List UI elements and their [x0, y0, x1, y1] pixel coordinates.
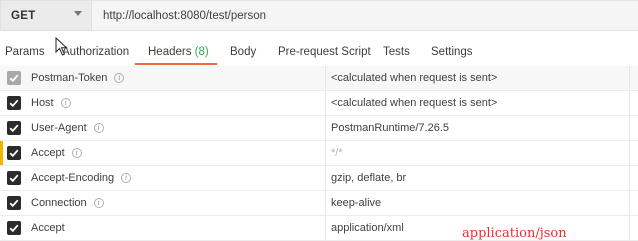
url-input[interactable]: http://localhost:8080/test/person — [92, 0, 638, 31]
tab-tests[interactable]: Tests — [383, 46, 410, 58]
active-tab-indicator — [135, 63, 217, 65]
header-row: Accept-Encoding i gzip, deflate, br — [0, 166, 638, 191]
info-icon[interactable]: i — [93, 198, 104, 208]
row-focus-indicator — [0, 141, 3, 165]
header-value[interactable]: keep-alive — [331, 197, 381, 209]
header-row: User-Agent i PostmanRuntime/7.26.5 — [0, 116, 638, 141]
column-divider — [325, 116, 326, 140]
header-key[interactable]: Accept — [31, 222, 65, 234]
column-divider — [629, 91, 630, 115]
header-enabled-checkbox — [7, 71, 21, 85]
info-icon[interactable]: i — [93, 123, 104, 133]
mouse-cursor-icon — [55, 37, 68, 56]
info-icon[interactable]: i — [71, 148, 82, 158]
header-value[interactable]: PostmanRuntime/7.26.5 — [331, 122, 449, 134]
header-enabled-checkbox[interactable] — [7, 196, 21, 210]
header-value[interactable]: gzip, deflate, br — [331, 172, 406, 184]
checkmark-icon — [9, 199, 19, 208]
header-key[interactable]: Connection i — [31, 197, 104, 209]
header-row: Postman-Token i <calculated when request i… — [0, 66, 638, 91]
checkmark-icon — [9, 74, 19, 83]
headers-count-badge: (8) — [194, 46, 209, 58]
header-value[interactable]: <calculated when request is sent> — [331, 72, 497, 84]
checkmark-icon — [9, 124, 19, 133]
header-enabled-checkbox[interactable] — [7, 146, 21, 160]
column-divider — [325, 191, 326, 215]
header-key[interactable]: Host i — [31, 97, 71, 109]
chevron-down-icon — [74, 11, 82, 16]
header-key[interactable]: Postman-Token i — [31, 72, 125, 84]
column-divider — [629, 141, 630, 165]
annotation-text: application/json — [462, 226, 567, 241]
header-key-text: Connection — [31, 197, 87, 209]
header-row: Accept i */* — [0, 141, 638, 166]
info-icon[interactable]: i — [121, 173, 132, 183]
header-key-text: Host — [31, 97, 54, 109]
header-key-text: Accept — [31, 222, 65, 234]
header-enabled-checkbox[interactable] — [7, 96, 21, 110]
header-key-text: User-Agent — [31, 122, 87, 134]
header-row: Connection i keep-alive — [0, 191, 638, 216]
header-key[interactable]: User-Agent i — [31, 122, 104, 134]
checkmark-icon — [9, 224, 19, 233]
checkmark-icon — [9, 99, 19, 108]
method-select[interactable]: GET — [0, 0, 92, 31]
column-divider — [629, 191, 630, 215]
header-enabled-checkbox[interactable] — [7, 121, 21, 135]
column-divider — [325, 141, 326, 165]
header-value[interactable]: application/xml — [331, 222, 404, 234]
tab-settings[interactable]: Settings — [431, 46, 473, 58]
column-divider — [325, 166, 326, 190]
tab-headers[interactable]: Headers (8) — [148, 46, 209, 58]
checkmark-icon — [9, 149, 19, 158]
column-divider — [325, 66, 326, 90]
tab-headers-label: Headers — [148, 46, 192, 58]
info-icon[interactable]: i — [60, 98, 71, 108]
header-value[interactable]: <calculated when request is sent> — [331, 97, 497, 109]
checkmark-icon — [9, 174, 19, 183]
tab-body[interactable]: Body — [230, 46, 256, 58]
column-divider — [629, 166, 630, 190]
request-tabs: Params Authorization Headers (8) Body Pr… — [0, 31, 638, 66]
column-divider — [629, 66, 630, 90]
tab-params[interactable]: Params — [5, 46, 45, 58]
header-key-text: Accept — [31, 147, 65, 159]
method-label: GET — [11, 9, 36, 22]
info-icon[interactable]: i — [114, 73, 125, 83]
header-row: Host i <calculated when request is sent> — [0, 91, 638, 116]
header-key-text: Postman-Token — [31, 72, 108, 84]
column-divider — [629, 116, 630, 140]
header-key[interactable]: Accept i — [31, 147, 82, 159]
request-bar: GET http://localhost:8080/test/person — [0, 0, 638, 31]
tab-authorization[interactable]: Authorization — [62, 46, 129, 58]
tab-prerequest-script[interactable]: Pre-request Script — [278, 46, 371, 58]
header-enabled-checkbox[interactable] — [7, 221, 21, 235]
header-enabled-checkbox[interactable] — [7, 171, 21, 185]
column-divider — [629, 216, 630, 240]
column-divider — [325, 91, 326, 115]
header-key-text: Accept-Encoding — [31, 172, 115, 184]
header-value[interactable]: */* — [331, 147, 343, 159]
header-key[interactable]: Accept-Encoding i — [31, 172, 132, 184]
column-divider — [325, 216, 326, 240]
